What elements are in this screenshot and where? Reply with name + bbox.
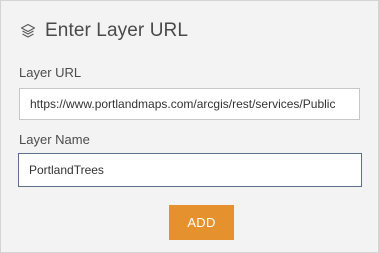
layer-name-label: Layer Name xyxy=(19,132,90,147)
layer-name-input[interactable] xyxy=(18,153,362,187)
panel-title: Enter Layer URL xyxy=(45,20,189,41)
add-button[interactable]: ADD xyxy=(169,205,234,240)
panel-header: Enter Layer URL xyxy=(19,18,188,44)
layer-url-input[interactable] xyxy=(19,88,360,120)
layer-url-label: Layer URL xyxy=(19,65,82,80)
enter-layer-url-panel: Enter Layer URL Layer URL Layer Name ADD xyxy=(0,0,379,253)
layers-icon xyxy=(19,22,37,40)
